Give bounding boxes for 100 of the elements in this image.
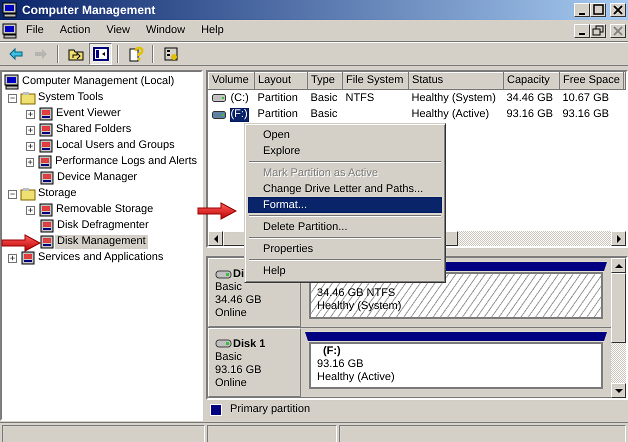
disk-info: 34.46 GB <box>215 294 262 307</box>
snap-in-icon <box>20 250 36 266</box>
maximize-icon <box>591 3 605 17</box>
minimize-button[interactable] <box>574 24 590 38</box>
expand-toggle[interactable]: + <box>26 158 34 166</box>
menu-item[interactable]: Format... <box>248 197 442 213</box>
menu-item[interactable]: Explore <box>248 143 442 159</box>
table-cell: 10.67 GB <box>562 92 609 104</box>
table-cell: 93.16 GB <box>506 108 553 120</box>
help-icon <box>128 46 144 62</box>
partition-size: 34.46 GB NTFS <box>317 287 396 300</box>
disk-info: Online <box>215 307 248 320</box>
disk-info: 93.16 GB <box>215 364 262 377</box>
tree-item[interactable]: Removable Storage <box>54 203 156 217</box>
menu-item[interactable]: File <box>18 22 52 40</box>
menu-item[interactable]: Help <box>193 22 232 40</box>
snap-in-icon <box>39 170 55 186</box>
table-cell: Basic <box>310 108 338 120</box>
table-cell: Healthy (System) <box>412 92 496 104</box>
tree-item[interactable]: Computer Management (Local) <box>20 75 176 89</box>
tree-item[interactable]: System Tools <box>36 91 106 105</box>
column-header[interactable]: Capacity <box>504 72 560 90</box>
expand-toggle[interactable]: + <box>8 254 17 262</box>
snap-in-icon <box>37 154 54 170</box>
close-button[interactable] <box>610 24 626 38</box>
back-arrow-icon <box>8 46 24 62</box>
maximize-button[interactable] <box>590 3 606 17</box>
table-cell[interactable]: (F:) <box>230 108 249 122</box>
left-arrow-icon <box>212 234 218 242</box>
column-header[interactable]: File System <box>342 72 408 90</box>
expand-toggle[interactable]: + <box>26 206 35 214</box>
column-header[interactable]: Free Space <box>560 72 624 90</box>
menu-item[interactable]: Properties <box>248 241 442 257</box>
expand-toggle[interactable]: − <box>8 94 17 102</box>
vertical-scrollbar[interactable] <box>611 258 626 398</box>
table-cell: Partition <box>258 108 298 120</box>
window-title: Computer Management <box>22 2 156 18</box>
drive-icon <box>212 111 226 119</box>
tree-item[interactable]: Disk Management <box>55 235 148 249</box>
partition-status: Healthy (System) <box>317 300 402 314</box>
expand-toggle[interactable]: + <box>26 110 35 118</box>
scrollbar-thumb[interactable] <box>611 273 626 343</box>
tree-item[interactable]: Performance Logs and Alerts <box>53 155 199 169</box>
tree-item[interactable]: Device Manager <box>55 171 140 185</box>
menu-item[interactable]: Delete Partition... <box>248 219 442 235</box>
snap-in-icon <box>39 218 55 234</box>
tree-pane-button[interactable] <box>89 43 112 65</box>
menu-item[interactable]: Open <box>248 127 442 143</box>
pointer-arrow-icon <box>197 202 237 220</box>
tree-item[interactable]: Storage <box>36 187 79 201</box>
snap-in-icon <box>38 202 54 218</box>
table-cell: NTFS <box>346 92 374 104</box>
close-button[interactable] <box>610 3 626 17</box>
computer-icon <box>2 2 18 18</box>
expand-toggle[interactable]: + <box>26 126 35 134</box>
snap-in-icon <box>39 234 55 250</box>
table-cell: Partition <box>258 92 298 104</box>
column-header[interactable]: Layout <box>254 72 308 90</box>
expand-toggle[interactable]: + <box>26 142 35 150</box>
minimize-button[interactable] <box>574 3 590 17</box>
table-cell: 34.46 GB <box>506 92 553 104</box>
tree-item[interactable]: Services and Applications <box>36 251 166 265</box>
pointer-arrow-icon <box>1 234 41 252</box>
menu-item[interactable]: Change Drive Letter and Paths... <box>248 181 442 197</box>
tree-item[interactable]: Local Users and Groups <box>54 139 177 153</box>
partition-status: Healthy (Active) <box>317 371 396 384</box>
column-header[interactable]: Status <box>408 72 504 90</box>
menu-item[interactable]: Action <box>52 22 98 40</box>
tree-item[interactable]: Shared Folders <box>54 123 134 137</box>
menu-item[interactable]: View <box>98 22 138 40</box>
column-header[interactable]: Type <box>308 72 342 90</box>
column-header[interactable]: Volume <box>208 72 254 90</box>
expand-toggle[interactable]: − <box>8 190 17 198</box>
folder-icon <box>20 186 36 202</box>
forward-arrow-icon <box>32 46 48 62</box>
menu-item[interactable]: Window <box>138 22 194 40</box>
tree-item[interactable]: Event Viewer <box>54 107 123 121</box>
computer-icon <box>2 22 18 38</box>
table-cell[interactable]: (C:) <box>230 92 250 105</box>
right-arrow-icon <box>616 234 622 242</box>
up-arrow-icon <box>614 262 622 268</box>
table-cell: Healthy (Active) <box>412 108 490 120</box>
tree-item[interactable]: Disk Defragmenter <box>55 219 151 233</box>
disk-info: Basic <box>215 350 243 364</box>
minimize-icon <box>579 12 585 14</box>
properties-icon <box>162 46 178 62</box>
tree-pane-icon <box>92 46 108 62</box>
disk-name: Di <box>233 268 244 281</box>
table-cell: Basic <box>310 92 338 104</box>
close-icon <box>611 24 625 38</box>
snap-in-icon <box>38 138 54 154</box>
restore-button[interactable] <box>590 24 606 38</box>
computer-icon <box>4 74 20 90</box>
partition-label: (F:) <box>322 344 342 358</box>
restore-icon <box>591 24 605 38</box>
disk-info: Basic <box>215 281 243 294</box>
disk-name: Disk 1 <box>233 338 266 351</box>
legend-label: Primary partition <box>230 403 310 417</box>
folder-icon <box>20 90 36 106</box>
partition-size: 93.16 GB <box>317 358 364 372</box>
